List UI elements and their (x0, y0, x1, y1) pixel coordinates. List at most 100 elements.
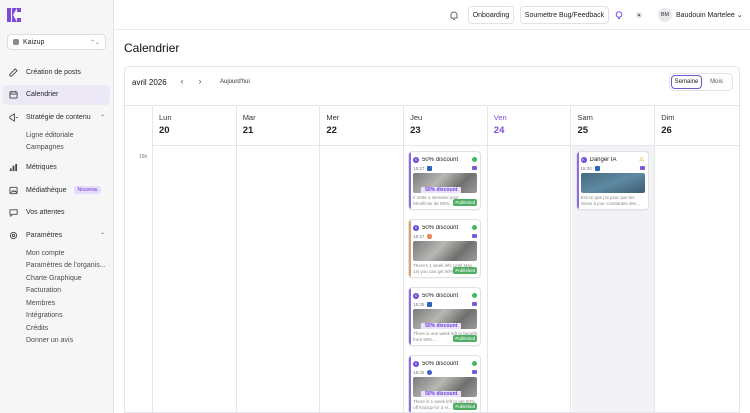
day-column[interactable]: Ven 24 (487, 106, 572, 412)
sidebar-subitem-membres[interactable]: Membres (3, 298, 110, 311)
facebook-icon (427, 369, 433, 375)
event-time: 15:27 (413, 165, 425, 171)
user-menu[interactable]: Baudouin Martelee ⌄ (676, 11, 743, 19)
sidebar-subitem-facturation[interactable]: Facturation (3, 285, 110, 298)
bell-icon[interactable] (448, 9, 460, 21)
kaizup-mark-icon: K (413, 224, 420, 231)
sidebar-subitem-integrations[interactable]: Intégrations (3, 310, 110, 323)
day-number: 21 (242, 125, 254, 136)
kaizup-mark-icon: K (413, 156, 420, 163)
sidebar-item-metriques[interactable]: Métriques (3, 158, 110, 178)
event-header: K 50% discount (413, 359, 478, 368)
calendar-icon (8, 90, 18, 100)
sidebar-nav: Création de posts Calendrier Stratégie d… (3, 62, 110, 348)
event-thumbnail (580, 173, 645, 193)
calendar: avril 2026 ‹ › Aujourd'hui Semaine Mois … (124, 66, 740, 413)
sidebar-item-attentes[interactable]: Vos attentes (3, 203, 110, 223)
instagram-icon (427, 233, 433, 239)
status-ok-icon (472, 293, 478, 298)
page-title: Calendrier (124, 41, 180, 55)
day-number: 25 (577, 125, 589, 136)
workspace-label: Kaizup (23, 38, 45, 46)
day-header: Mar 21 (236, 106, 320, 146)
sidebar-subitem-mon-compte[interactable]: Mon compte (3, 248, 110, 261)
sidebar-item-label: Création de posts (26, 68, 81, 76)
day-column[interactable]: Jeu 23 K 50% discount 15:27 50% discount Il re… (404, 106, 488, 412)
hour-label: 15h (139, 154, 148, 160)
linkedin-icon (427, 301, 433, 307)
calendar-icon (472, 234, 478, 238)
event-thumbnail: 50% discount (413, 377, 478, 397)
event-excerpt: Est-ce que j'ai peur que les mises à jou… (580, 195, 641, 206)
megaphone-icon (8, 112, 18, 122)
event-card[interactable]: K 50% discount 15:27 50% discount Il reste 1… (408, 151, 482, 210)
sidebar-subitem-parametres-organisation[interactable]: Paramètres de l'organis... (3, 260, 110, 273)
event-meta: 15:32 (413, 368, 478, 376)
day-column[interactable]: Dim 26 (655, 106, 739, 412)
chevron-left-icon[interactable]: ‹ (177, 76, 187, 86)
event-thumbnail (413, 241, 478, 261)
sidebar-item-strategie[interactable]: Stratégie de contenu ⌃ (3, 107, 110, 127)
main-content: Calendrier avril 2026 ‹ › Aujourd'hui Se… (114, 30, 750, 413)
bug-feedback-button[interactable]: Soumettre Bug/Feedback (520, 6, 609, 24)
event-title: Danger IA (589, 156, 617, 163)
day-number: 26 (661, 125, 672, 136)
sidebar-subitem-credits[interactable]: Crédits (3, 323, 110, 336)
kaizup-logo[interactable] (7, 8, 21, 22)
today-button[interactable]: Aujourd'hui (220, 79, 250, 85)
sidebar-subitem-campagnes[interactable]: Campagnes (3, 142, 110, 155)
event-card[interactable]: K Danger IA ⚠ 15:30 Est-ce que j'ai peur que… (575, 151, 649, 210)
promo-text: 50% discount (421, 323, 462, 329)
status-badge: Published (453, 267, 478, 274)
event-time: 15:32 (413, 369, 425, 375)
sidebar-item-parametres[interactable]: Paramètres ⌃ (3, 225, 110, 245)
month-label: avril 2026 (132, 78, 167, 87)
linkedin-icon (594, 165, 600, 171)
avatar[interactable]: BM (658, 8, 672, 22)
event-card[interactable]: K 50% discount 15:35 50% discount There is o… (408, 287, 482, 346)
day-name: Mer (326, 113, 340, 122)
bar-chart-icon (8, 163, 18, 173)
view-week-button[interactable]: Semaine (671, 75, 702, 89)
sidebar-subitem-donner-avis[interactable]: Donner un avis (3, 335, 110, 348)
calendar-icon (472, 166, 478, 170)
calendar-icon (472, 370, 478, 374)
gear-icon (8, 230, 18, 240)
view-month-button[interactable]: Mois (702, 75, 731, 89)
chevron-up-icon: ⌃ (99, 114, 105, 121)
day-column[interactable]: Lun 20 (153, 106, 237, 412)
onboarding-button[interactable]: Onboarding (468, 6, 514, 24)
sidebar-item-label: Vos attentes (26, 209, 65, 216)
calendar-toolbar: avril 2026 ‹ › Aujourd'hui Semaine Mois (125, 67, 739, 106)
event-header: K 50% discount (413, 291, 478, 300)
status-ok-icon (472, 157, 478, 162)
sidebar: Kaizup ⌃⌄ Création de posts Calendrier S… (0, 0, 114, 413)
event-card[interactable]: K 50% discount 15:32 50% discount There is 1… (408, 355, 482, 412)
day-name: Mar (242, 113, 256, 122)
day-column[interactable]: Sam 25 K Danger IA ⚠ 15:30 Est-ce que j'ai peu… (571, 106, 656, 412)
status-badge: Published (453, 335, 478, 342)
sun-icon[interactable]: ☀ (633, 9, 645, 21)
day-header: Sam 25 (571, 106, 655, 146)
kaizup-mark-icon: K (413, 292, 420, 299)
kaizup-mark-icon: K (413, 360, 420, 367)
sidebar-subitem-ligne-editoriale[interactable]: Ligne éditoriale (3, 130, 110, 143)
workspace-select[interactable]: Kaizup ⌃⌄ (7, 34, 106, 50)
promo-text: 50% discount (421, 187, 462, 193)
warning-icon: ⚠ (639, 157, 645, 163)
day-name: Dim (661, 113, 675, 122)
day-column[interactable]: Mer 22 (320, 106, 405, 412)
status-ok-icon (472, 361, 478, 366)
day-name: Ven (493, 113, 507, 122)
week-grid: 15h Lun 20 Mar 21 Mer 22 Jeu 23 K 50% discount 15:… (125, 106, 739, 412)
sidebar-item-label: Stratégie de contenu (26, 113, 91, 121)
sidebar-item-calendrier[interactable]: Calendrier (3, 84, 110, 105)
sidebar-item-mediatheque[interactable]: Médiathèque Nouveau (3, 180, 110, 200)
sidebar-subitem-charte-graphique[interactable]: Charte Graphique (3, 273, 110, 286)
chevron-right-icon[interactable]: › (195, 76, 205, 86)
sidebar-item-creation-posts[interactable]: Création de posts (3, 62, 110, 82)
day-column[interactable]: Mar 21 (236, 106, 321, 412)
day-name: Lun (159, 113, 172, 122)
event-card[interactable]: K 50% discount 15:27 There's 1 week left. U… (408, 219, 482, 278)
lightbulb-icon[interactable] (613, 9, 625, 21)
